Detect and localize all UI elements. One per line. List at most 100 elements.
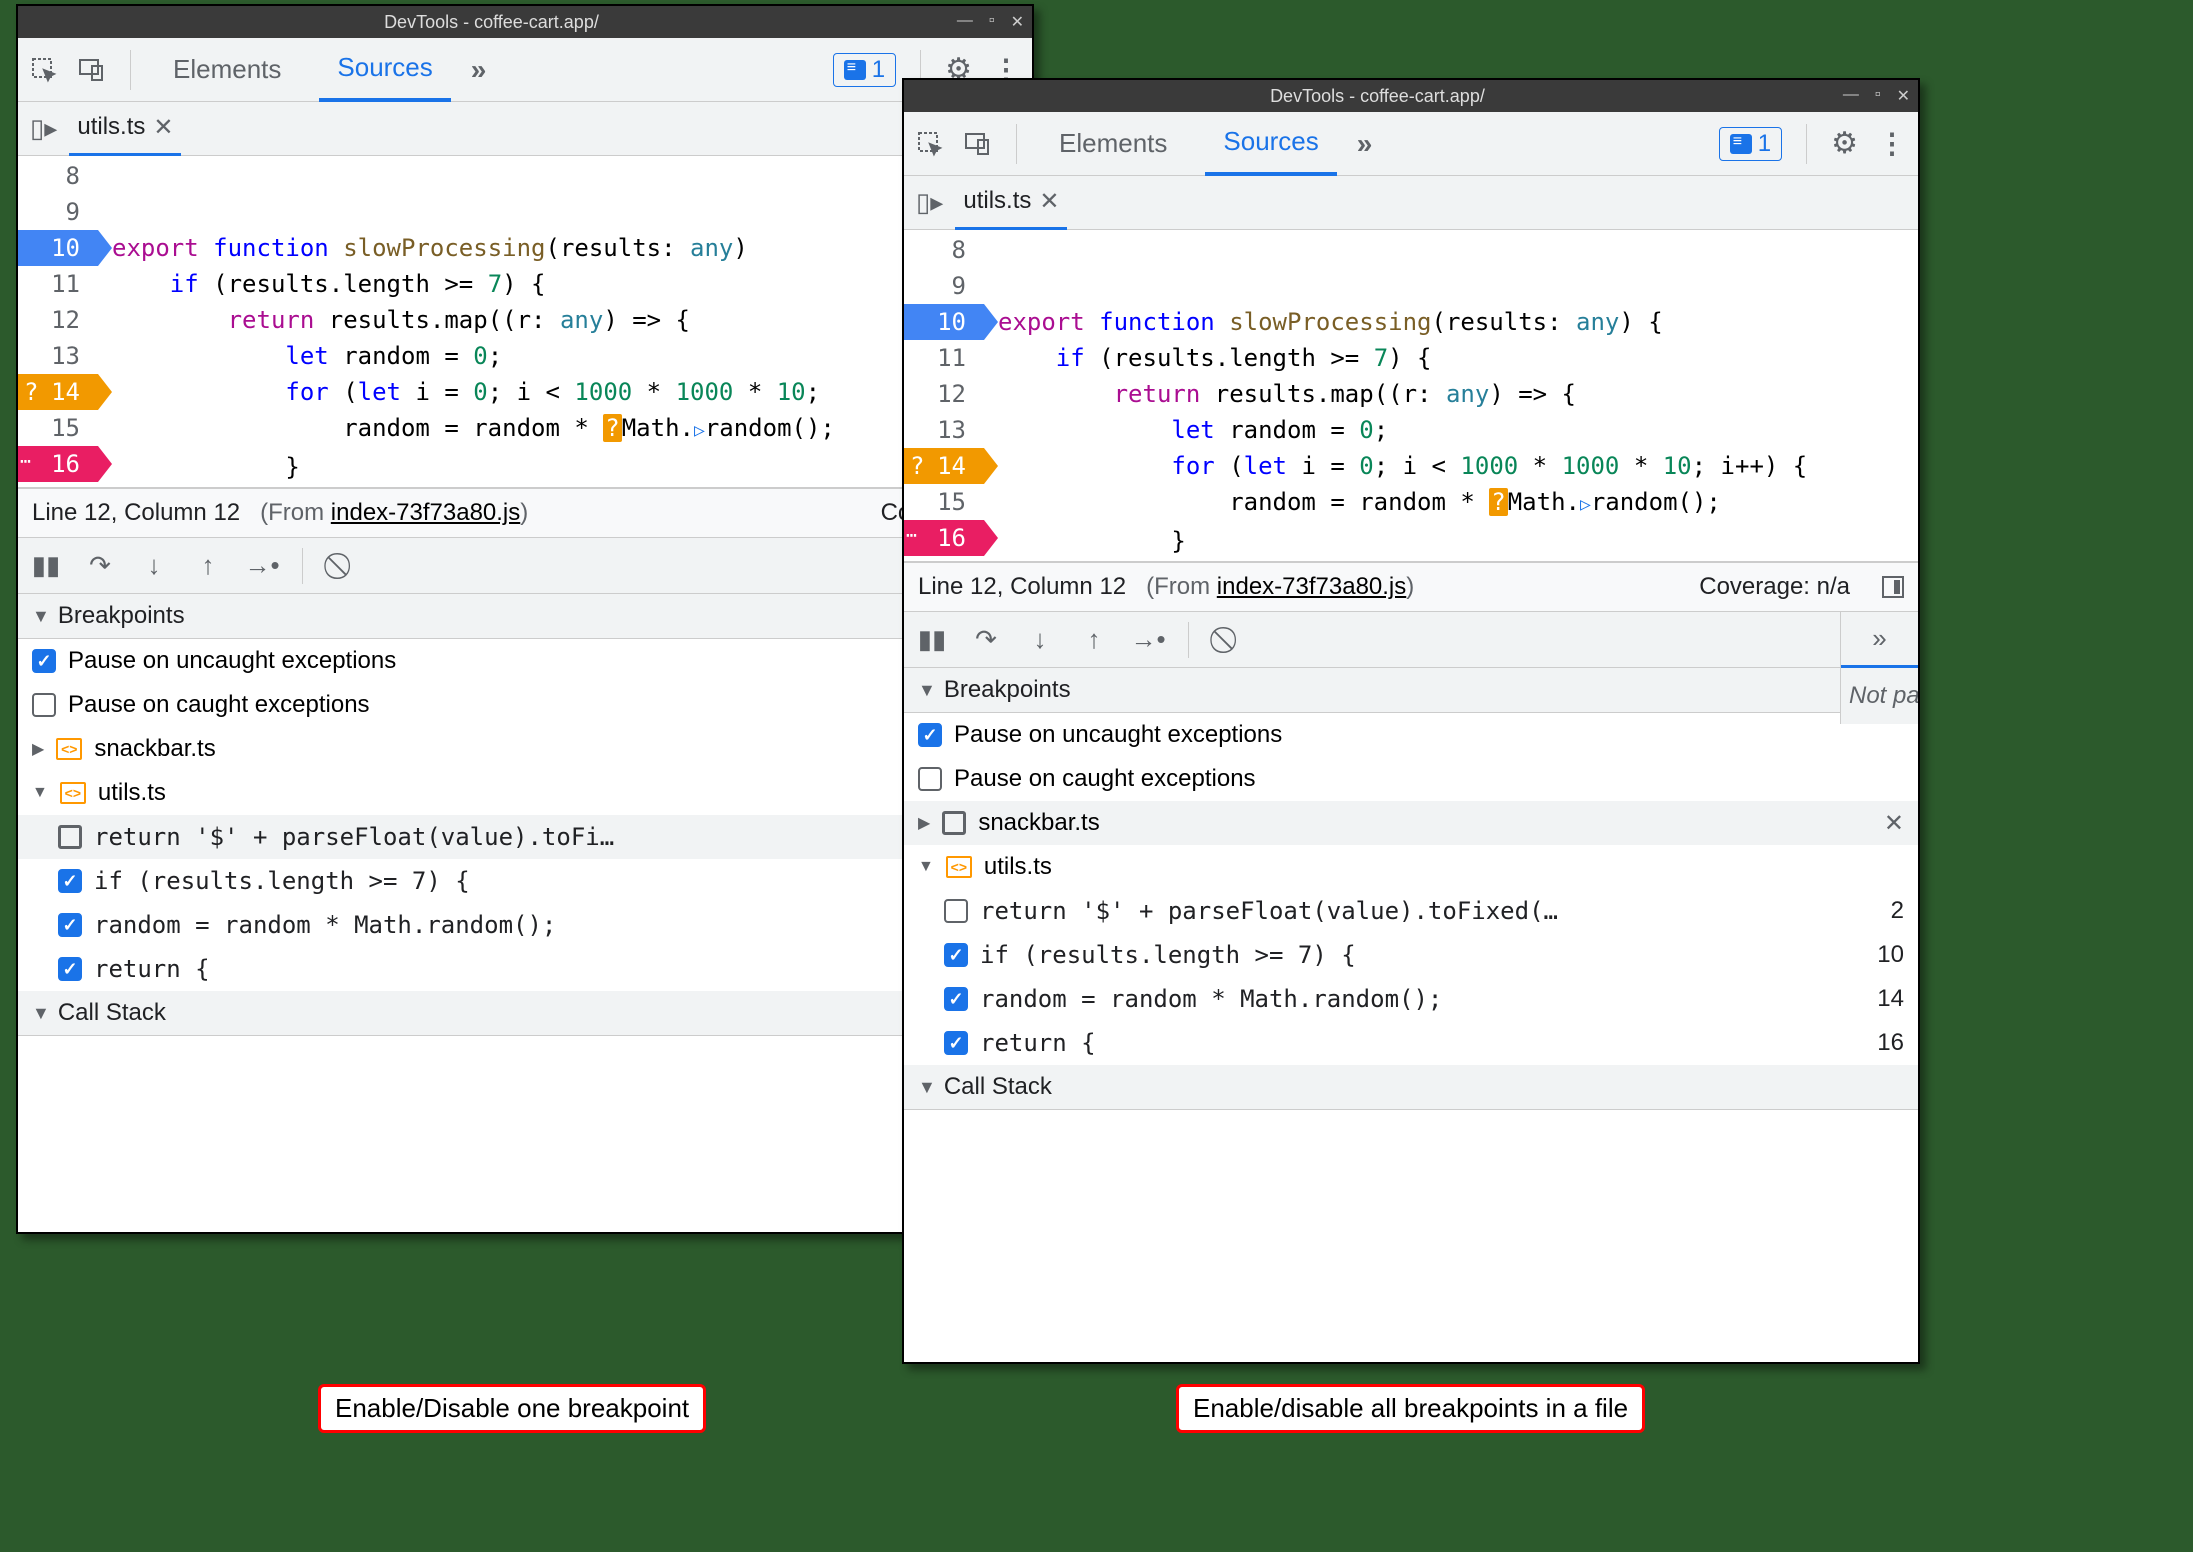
close-icon[interactable]: ✕ — [1011, 12, 1024, 32]
file-tab-utils[interactable]: utils.ts ✕ — [955, 176, 1067, 230]
close-tab-icon[interactable]: ✕ — [1039, 187, 1059, 216]
bp-item-row[interactable]: random = random * Math.random(); 14 — [904, 977, 1918, 1021]
bp-code-text: return '$' + parseFloat(value).toFixed(… — [980, 897, 1869, 925]
expand-icon[interactable] — [1882, 576, 1904, 598]
collapse-icon: ▼ — [32, 606, 50, 627]
devtools-window-left: DevTools - coffee-cart.app/ — ▫ ✕ Elemen… — [16, 4, 1034, 1234]
checkbox-uncaught[interactable] — [918, 723, 942, 747]
window-controls: — ▫ ✕ — [957, 12, 1024, 32]
pause-caught-row[interactable]: Pause on caught exceptions — [18, 683, 1032, 727]
main-toolbar: Elements Sources » 1 ⚙ ⋮ — [904, 112, 1918, 176]
file-tab-utils[interactable]: utils.ts ✕ — [69, 102, 181, 156]
maximize-icon[interactable]: ▫ — [989, 12, 995, 32]
issues-icon — [1730, 134, 1752, 154]
pause-uncaught-row[interactable]: Pause on uncaught exceptions — [18, 639, 1032, 683]
remove-file-icon[interactable]: ✕ — [1884, 809, 1904, 838]
inspect-element-icon[interactable] — [30, 56, 58, 84]
bp-item-row[interactable]: if (results.length >= 7) { 10 — [904, 933, 1918, 977]
bp-item-row[interactable]: random = random * Math.random(); 14 — [18, 903, 1032, 947]
close-icon[interactable]: ✕ — [1897, 86, 1910, 106]
step-over-icon[interactable]: ↷ — [86, 552, 114, 580]
tab-sources[interactable]: Sources — [1205, 112, 1336, 176]
more-panels-icon[interactable]: » — [1841, 612, 1918, 668]
pause-icon[interactable]: ▮▮ — [32, 552, 60, 580]
collapse-icon: ▼ — [918, 858, 934, 876]
checkbox-breakpoint[interactable] — [944, 1031, 968, 1055]
step-icon[interactable]: →• — [1134, 626, 1162, 654]
tab-elements[interactable]: Elements — [1041, 112, 1185, 176]
breakpoints-section-header[interactable]: ▼ Breakpoints — [18, 594, 1032, 639]
step-into-icon[interactable]: ↓ — [140, 552, 168, 580]
step-out-icon[interactable]: ↑ — [1080, 626, 1108, 654]
close-tab-icon[interactable]: ✕ — [153, 113, 173, 142]
breakpoints-section-header[interactable]: ▼ Breakpoints — [904, 668, 1918, 713]
window-title: DevTools - coffee-cart.app/ — [912, 86, 1843, 107]
callstack-section-header[interactable]: ▼ Call Stack — [18, 991, 1032, 1036]
callstack-label: Call Stack — [58, 999, 166, 1027]
sourcemap-link[interactable]: index-73f73a80.js — [331, 499, 520, 526]
minimize-icon[interactable]: — — [1843, 86, 1859, 106]
issues-badge[interactable]: 1 — [1719, 127, 1782, 161]
step-into-icon[interactable]: ↓ — [1026, 626, 1054, 654]
minimize-icon[interactable]: — — [957, 12, 973, 32]
more-tabs-icon[interactable]: » — [471, 54, 487, 86]
callstack-section-header[interactable]: ▼ Call Stack — [904, 1065, 1918, 1110]
bp-line-number: 2 — [1881, 897, 1904, 925]
bp-code-text: return '$' + parseFloat(value).toFi… — [94, 823, 918, 851]
step-out-icon[interactable]: ↑ — [194, 552, 222, 580]
checkbox-breakpoint[interactable] — [58, 869, 82, 893]
checkbox-uncaught[interactable] — [32, 649, 56, 673]
show-navigator-icon[interactable]: ▯▸ — [916, 187, 943, 218]
checkbox-caught[interactable] — [918, 767, 942, 791]
checkbox-breakpoint[interactable] — [944, 943, 968, 967]
bp-item-row[interactable]: return { 16 — [18, 947, 1032, 991]
bp-item-row[interactable]: return '$' + parseFloat(value).toFixed(…… — [904, 889, 1918, 933]
device-toolbar-icon[interactable] — [78, 56, 106, 84]
code-editor[interactable]: 8 9 10 11 12 13 14 15 16 export function… — [904, 230, 1918, 562]
tab-elements[interactable]: Elements — [155, 38, 299, 102]
deactivate-breakpoints-icon[interactable]: ⃠ — [1215, 626, 1243, 654]
pause-icon[interactable]: ▮▮ — [918, 626, 946, 654]
window-controls: — ▫ ✕ — [1843, 86, 1910, 106]
code-content[interactable]: export function slowProcessing(results: … — [984, 230, 1918, 561]
line-gutter[interactable]: 8 9 10 11 12 13 14 15 16 — [18, 156, 98, 487]
checkbox-file-all[interactable] — [942, 811, 966, 835]
sourcemap-link[interactable]: index-73f73a80.js — [1217, 573, 1406, 600]
checkbox-breakpoint[interactable] — [944, 899, 968, 923]
device-toolbar-icon[interactable] — [964, 130, 992, 158]
bp-item-row[interactable]: return '$' + parseFloat(value).toFi… ✎ ✕… — [18, 815, 1032, 859]
line-gutter[interactable]: 8 9 10 11 12 13 14 15 16 — [904, 230, 984, 561]
checkbox-caught[interactable] — [32, 693, 56, 717]
checkbox-breakpoint[interactable] — [944, 987, 968, 1011]
checkbox-breakpoint[interactable] — [58, 825, 82, 849]
bp-file-utils[interactable]: ▼ <> utils.ts — [18, 771, 1032, 815]
breakpoints-panel: Pause on uncaught exceptions Pause on ca… — [904, 713, 1918, 1065]
code-editor[interactable]: 8 9 10 11 12 13 14 15 16 export function… — [18, 156, 1032, 488]
pause-uncaught-row[interactable]: Pause on uncaught exceptions — [904, 713, 1918, 757]
breakpoints-label: Breakpoints — [58, 602, 185, 630]
bp-item-row[interactable]: if (results.length >= 7) { 10 — [18, 859, 1032, 903]
file-tabbar: ▯▸ utils.ts ✕ — [904, 176, 1918, 230]
show-navigator-icon[interactable]: ▯▸ — [30, 113, 57, 144]
bp-file-snackbar[interactable]: ▶ <> snackbar.ts — [18, 727, 1032, 771]
settings-gear-icon[interactable]: ⚙ — [1831, 126, 1858, 161]
bp-item-row[interactable]: return { 16 — [904, 1021, 1918, 1065]
bp-file-utils[interactable]: ▼ <> utils.ts — [904, 845, 1918, 889]
deactivate-breakpoints-icon[interactable]: ⃠ — [329, 552, 357, 580]
pause-caught-row[interactable]: Pause on caught exceptions — [904, 757, 1918, 801]
step-over-icon[interactable]: ↷ — [972, 626, 1000, 654]
tab-sources[interactable]: Sources — [319, 38, 450, 102]
kebab-menu-icon[interactable]: ⋮ — [1878, 127, 1906, 160]
collapse-icon: ▼ — [918, 680, 936, 701]
titlebar: DevTools - coffee-cart.app/ — ▫ ✕ — [904, 80, 1918, 112]
maximize-icon[interactable]: ▫ — [1875, 86, 1881, 106]
bp-file-snackbar[interactable]: ▶ snackbar.ts ✕ — [904, 801, 1918, 845]
code-content[interactable]: export function slowProcessing(results: … — [98, 156, 1032, 487]
checkbox-breakpoint[interactable] — [58, 957, 82, 981]
checkbox-breakpoint[interactable] — [58, 913, 82, 937]
issues-badge[interactable]: 1 — [833, 53, 896, 87]
more-tabs-icon[interactable]: » — [1357, 128, 1373, 160]
inspect-element-icon[interactable] — [916, 130, 944, 158]
step-icon[interactable]: →• — [248, 552, 276, 580]
pause-uncaught-label: Pause on uncaught exceptions — [954, 721, 1282, 749]
